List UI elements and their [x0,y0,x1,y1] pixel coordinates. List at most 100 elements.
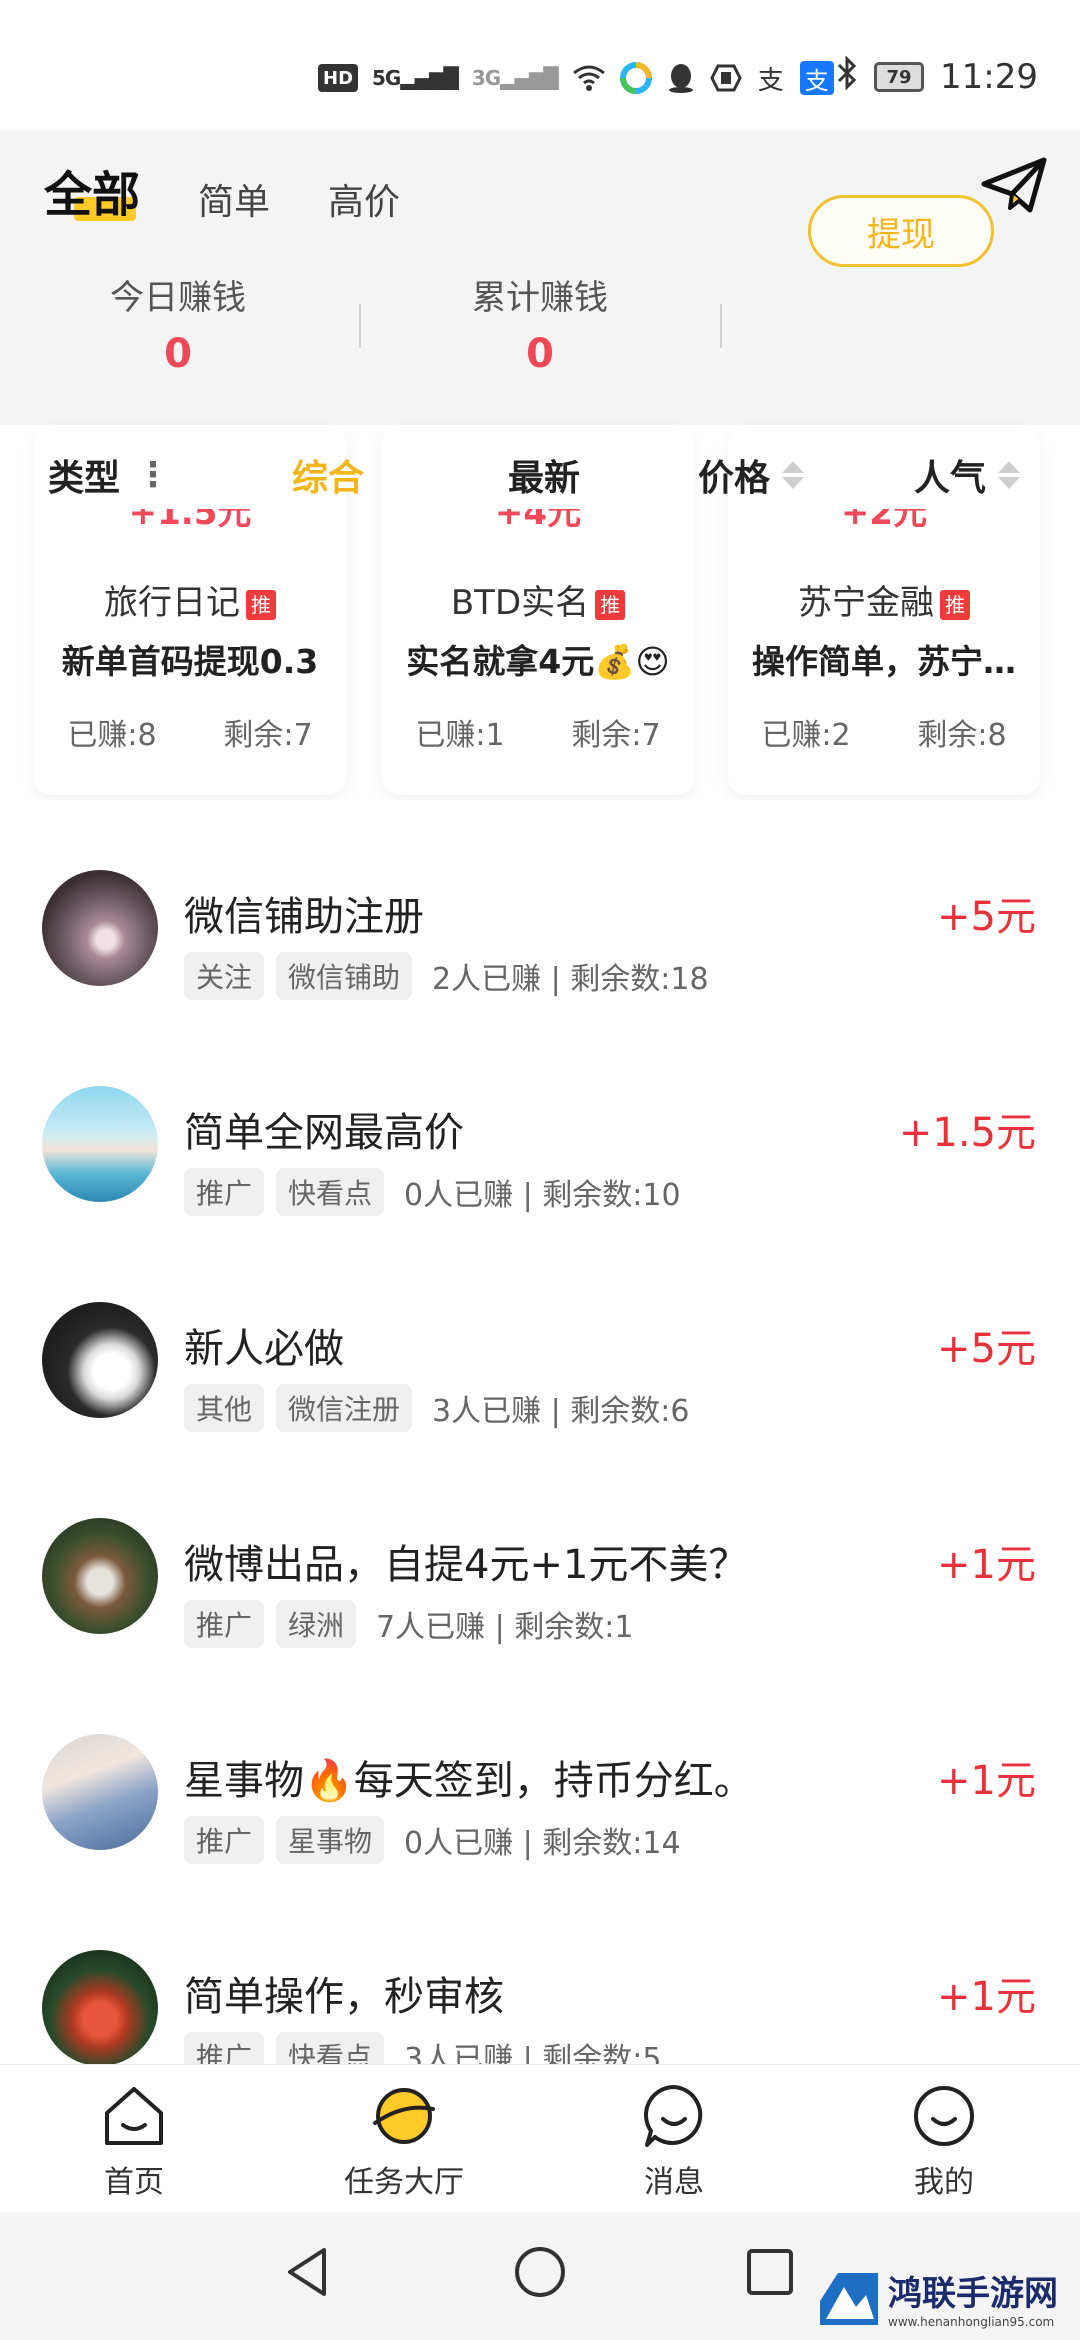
card-name-text: 苏宁金融 [798,583,934,623]
task-tag: 推广 [184,1816,265,1864]
clock: 11:29 [940,57,1038,97]
card-earned: 已赚:2 [761,718,851,753]
task-tag: 微信注册 [276,1384,413,1432]
watermark-logo [820,2273,878,2325]
filter-price-label: 价格 [698,458,771,499]
header: 全部 简单 高价 今日赚钱 0 累计赚钱 0 提现 [0,130,1080,425]
task-tag: 星事物 [276,1816,385,1864]
task-stats: 2人已赚 | 剩余数:18 [432,962,709,997]
avatar [42,1086,158,1202]
task-title: 新人必做 [184,1326,344,1372]
withdraw-button[interactable]: 提现 [808,195,994,267]
today-earnings-value: 0 [164,331,192,377]
filter-type[interactable]: 类型 ⋮ [48,440,170,510]
qq-icon [666,59,696,97]
nav-messages-label: 消息 [644,2165,704,2200]
bottom-navigation: 首页 任务大厅 消息 我的 [0,2064,1080,2212]
task-title: 微信铺助注册 [184,894,424,940]
category-tabs: 全部 简单 高价 [44,155,400,225]
task-row[interactable]: 微信铺助注册 +5元 关注 微信铺助 2人已赚 | 剩余数:18 [0,800,1080,1016]
filter-bar: 类型 ⋮ 综合 最新 价格 人气 [0,440,1080,510]
nav-messages[interactable]: 消息 [574,2083,774,2201]
sort-icon [782,461,805,489]
5g-label: 5G [372,66,401,90]
sort-icon [998,461,1021,489]
status-right: 79 11:29 [836,52,1038,102]
task-stats: 0人已赚 | 剩余数:10 [404,1178,681,1213]
total-earnings-label: 累计赚钱 [472,278,608,318]
filter-price[interactable]: 价格 [698,440,805,510]
card-stats: 已赚:1 剩余:7 [382,710,694,754]
battery-icon: 79 [874,62,925,92]
recommended-badge: 推 [595,589,626,620]
task-tag: 推广 [184,1600,265,1648]
3g-signal-icon: 3G ▂▄▆█ [471,66,559,90]
card-price: +4元 [494,509,582,533]
tab-simple[interactable]: 简单 [198,173,270,225]
task-meta: 推广 快看点 3人已赚 | 剩余数:5 [184,2032,662,2064]
task-row[interactable]: 简单全网最高价 +1.5元 推广 快看点 0人已赚 | 剩余数:10 [0,1016,1080,1232]
message-icon [643,2085,703,2147]
task-reward: +1元 [937,1542,1036,1588]
card-remaining: 剩余:7 [571,718,661,753]
profile-icon [914,2086,974,2146]
status-icons: HD 5G ▂▄▆█ 3G ▂▄▆█ 支 支 [318,56,834,100]
3g-label: 3G [471,66,501,90]
wifi-icon [572,59,606,97]
filter-latest[interactable]: 最新 [508,440,580,510]
task-reward: +1.5元 [898,1110,1036,1156]
recents-icon[interactable] [740,2242,800,2302]
card-name-text: BTD实名 [450,583,590,623]
avatar [42,870,158,986]
send-icon[interactable] [980,154,1048,216]
card-name: BTD实名推 [382,575,694,624]
app-shield-icon [710,59,742,97]
task-tag: 其他 [184,1384,265,1432]
home-circle-icon[interactable] [510,2242,570,2302]
home-icon [105,2087,163,2145]
nav-me[interactable]: 我的 [844,2083,1044,2201]
task-meta: 其他 微信注册 3人已赚 | 剩余数:6 [184,1384,690,1432]
back-icon[interactable] [280,2242,340,2302]
tab-high-price[interactable]: 高价 [328,173,400,225]
watermark-title: 鸿联手游网 [888,2273,1058,2314]
hd-icon: HD [318,64,359,92]
nav-task-hall-label: 任务大厅 [344,2165,464,2200]
task-reward: +5元 [937,1326,1036,1372]
task-meta: 推广 快看点 0人已赚 | 剩余数:10 [184,1168,681,1216]
task-reward: +1元 [937,1758,1036,1804]
task-meta: 关注 微信铺助 2人已赚 | 剩余数:18 [184,952,709,1000]
avatar [42,1518,158,1634]
task-tag: 推广 [184,1168,265,1216]
filter-combined[interactable]: 综合 [292,440,364,510]
task-tag: 快看点 [276,1168,385,1216]
task-stats: 7人已赚 | 剩余数:1 [376,1610,634,1645]
nav-task-hall[interactable]: 任务大厅 [304,2083,504,2201]
nav-home-label: 首页 [104,2165,164,2200]
task-row[interactable]: 新人必做 +5元 其他 微信注册 3人已赚 | 剩余数:6 [0,1232,1080,1448]
tab-wrapper: 全部 [44,155,140,225]
today-earnings: 今日赚钱 0 [58,270,298,377]
task-tag: 绿洲 [276,1600,357,1648]
card-stats: 已赚:8 剩余:7 [34,710,346,754]
today-earnings-label: 今日赚钱 [110,278,246,318]
card-description: 实名就拿4元💰😍 [406,642,670,681]
task-tag: 微信铺助 [276,952,413,1000]
filter-popularity[interactable]: 人气 [914,440,1021,510]
task-row[interactable]: 微博出品，自提4元+1元不美？ +1元 推广 绿洲 7人已赚 | 剩余数:1 [0,1448,1080,1664]
task-row[interactable]: 星事物🔥每天签到，持币分红。 +1元 推广 星事物 0人已赚 | 剩余数:14 [0,1664,1080,1880]
bluetooth-icon [836,54,858,99]
card-earned: 已赚:8 [67,718,157,753]
filter-type-label: 类型 [48,458,121,499]
status-bar: HD 5G ▂▄▆█ 3G ▂▄▆█ 支 支 79 11:29 [0,0,1080,130]
task-row[interactable]: 简单操作，秒审核 +1元 推广 快看点 3人已赚 | 剩余数:5 [0,1880,1080,2064]
task-tag: 快看点 [276,2032,385,2064]
task-title: 星事物🔥每天签到，持币分红。 [184,1758,754,1804]
task-reward: +1元 [937,1974,1036,2020]
card-remaining: 剩余:7 [223,718,313,753]
5g-signal-icon: 5G ▂▄▆█ [372,66,459,90]
nav-home[interactable]: 首页 [34,2083,234,2201]
tab-all[interactable]: 全部 [44,167,140,223]
watermark-text: 鸿联手游网 www.henanhonglian95.com [888,2266,1058,2329]
card-name: 苏宁金融推 [728,575,1040,624]
